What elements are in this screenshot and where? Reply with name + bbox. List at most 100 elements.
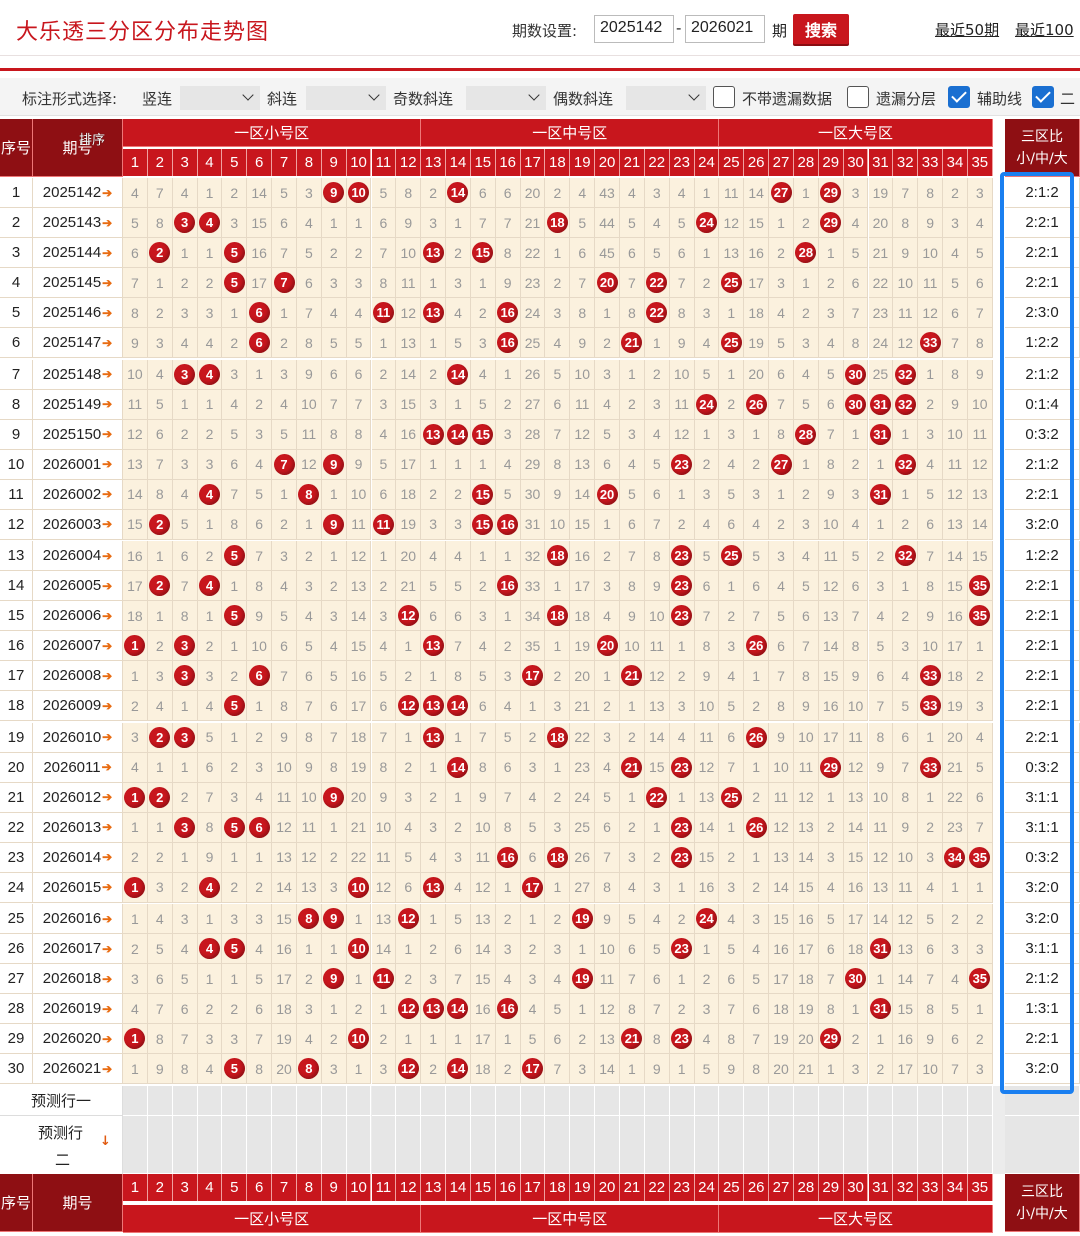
no-miss-checkbox[interactable] (713, 86, 735, 108)
predict-cell[interactable] (719, 1116, 745, 1174)
predict-cell[interactable] (868, 1116, 894, 1174)
predict-cell[interactable] (346, 1086, 372, 1116)
predict-cell[interactable] (520, 1116, 546, 1174)
predict-cell[interactable] (321, 1086, 347, 1116)
arrow-right-icon[interactable]: ➔ (102, 880, 112, 894)
predict-cell[interactable] (545, 1116, 571, 1174)
predict-cell[interactable] (446, 1116, 471, 1174)
predict-cell[interactable] (744, 1086, 770, 1116)
predict-cell[interactable] (470, 1086, 496, 1116)
predict-cell[interactable] (719, 1086, 745, 1116)
predict-cell[interactable] (520, 1086, 546, 1116)
predict-cell[interactable] (446, 1086, 471, 1116)
predict-cell[interactable] (172, 1116, 198, 1174)
predict-cell[interactable] (296, 1086, 322, 1116)
arrow-right-icon[interactable]: ➔ (102, 790, 112, 804)
arrow-right-icon[interactable]: ➔ (102, 942, 112, 956)
predict-cell[interactable] (918, 1086, 944, 1116)
predict-cell[interactable] (495, 1116, 521, 1174)
arrow-right-icon[interactable]: ➔ (102, 246, 112, 260)
predict-cell[interactable] (769, 1086, 794, 1116)
predict-cell[interactable] (943, 1116, 968, 1174)
predict-cell[interactable] (272, 1086, 297, 1116)
arrow-right-icon[interactable]: ➔ (102, 972, 112, 986)
arrow-right-icon[interactable]: ➔ (102, 457, 112, 471)
slant-select[interactable] (306, 86, 386, 110)
predict-cell[interactable] (222, 1086, 248, 1116)
arrow-right-icon[interactable]: ➔ (102, 609, 112, 623)
arrow-right-icon[interactable]: ➔ (102, 1062, 112, 1076)
search-button[interactable]: 搜索 (793, 14, 849, 44)
predict-cell[interactable] (669, 1086, 695, 1116)
arrow-right-icon[interactable]: ➔ (102, 579, 112, 593)
predict-cell[interactable] (147, 1116, 173, 1174)
period-header[interactable]: 期号 (33, 1174, 123, 1232)
predict-cell[interactable] (893, 1116, 919, 1174)
predict-cell[interactable] (570, 1116, 596, 1174)
predict-cell[interactable] (495, 1086, 521, 1116)
predict-cell[interactable] (197, 1086, 223, 1116)
arrow-right-icon[interactable]: ➔ (102, 669, 112, 683)
predict-cell[interactable] (396, 1116, 422, 1174)
arrow-right-icon[interactable]: ➔ (102, 397, 112, 411)
recent-100-link[interactable]: 最近100 (1015, 19, 1074, 40)
predict-cell[interactable] (669, 1116, 695, 1174)
predict-cell[interactable] (818, 1086, 844, 1116)
sort-button[interactable]: 排序 (79, 131, 105, 151)
arrow-right-icon[interactable]: ➔ (102, 912, 112, 926)
odd-slant-select[interactable] (466, 86, 546, 110)
arrow-right-icon[interactable]: ➔ (102, 216, 112, 230)
predict-cell[interactable] (371, 1086, 397, 1116)
predict-cell[interactable] (943, 1086, 968, 1116)
arrow-right-icon[interactable]: ➔ (102, 549, 112, 563)
predict-cell[interactable] (470, 1116, 496, 1174)
period-header[interactable]: 期号 排序 (33, 119, 123, 177)
predict-cell[interactable] (172, 1086, 198, 1116)
predict-cell[interactable] (272, 1116, 297, 1174)
predict-cell[interactable] (321, 1116, 347, 1174)
predict-cell[interactable] (644, 1116, 670, 1174)
predict-cell[interactable] (744, 1116, 770, 1174)
predict-cell[interactable] (247, 1116, 273, 1174)
predict-cell[interactable] (818, 1116, 844, 1174)
arrow-right-icon[interactable]: ➔ (102, 487, 112, 501)
arrow-right-icon[interactable]: ➔ (102, 306, 112, 320)
two-checkbox[interactable] (1032, 86, 1054, 108)
predict-cell[interactable] (222, 1116, 248, 1174)
recent-50-link[interactable]: 最近50期 (935, 19, 999, 40)
predict-cell[interactable] (296, 1116, 322, 1174)
predict-cell[interactable] (694, 1086, 720, 1116)
predict-cell[interactable] (123, 1116, 148, 1174)
predict-cell[interactable] (371, 1116, 397, 1174)
predict-cell[interactable] (620, 1086, 645, 1116)
predict-cell[interactable] (346, 1116, 372, 1174)
predict-cell[interactable] (967, 1086, 993, 1116)
arrow-right-icon[interactable]: ➔ (102, 336, 112, 350)
arrow-right-icon[interactable]: ➔ (102, 367, 112, 381)
predict-cell[interactable] (868, 1086, 894, 1116)
predict-cell[interactable] (147, 1086, 173, 1116)
arrow-right-icon[interactable]: ➔ (102, 517, 112, 531)
predict-cell[interactable] (421, 1086, 447, 1116)
predict-cell[interactable] (694, 1116, 720, 1174)
predict-cell[interactable] (843, 1086, 869, 1116)
predict-cell[interactable] (769, 1116, 794, 1174)
arrow-right-icon[interactable]: ➔ (102, 186, 112, 200)
predict-cell[interactable] (545, 1086, 571, 1116)
even-slant-select[interactable] (626, 86, 706, 110)
predict-cell[interactable] (421, 1116, 447, 1174)
predict-cell[interactable] (396, 1086, 422, 1116)
predict-cell[interactable] (570, 1086, 596, 1116)
arrow-right-icon[interactable]: ➔ (102, 820, 112, 834)
period-from-input[interactable]: 2025142 (594, 15, 674, 43)
period-to-input[interactable]: 2026021 (685, 15, 765, 43)
arrow-right-icon[interactable]: ➔ (102, 850, 112, 864)
arrow-right-icon[interactable]: ➔ (102, 699, 112, 713)
arrow-right-icon[interactable]: ➔ (102, 639, 112, 653)
arrow-down-icon[interactable]: ↓ (100, 1134, 111, 1149)
miss-layer-checkbox[interactable] (847, 86, 869, 108)
predict-cell[interactable] (123, 1086, 148, 1116)
predict-cell[interactable] (793, 1116, 819, 1174)
arrow-right-icon[interactable]: ➔ (102, 730, 112, 744)
predict-cell[interactable] (918, 1116, 944, 1174)
